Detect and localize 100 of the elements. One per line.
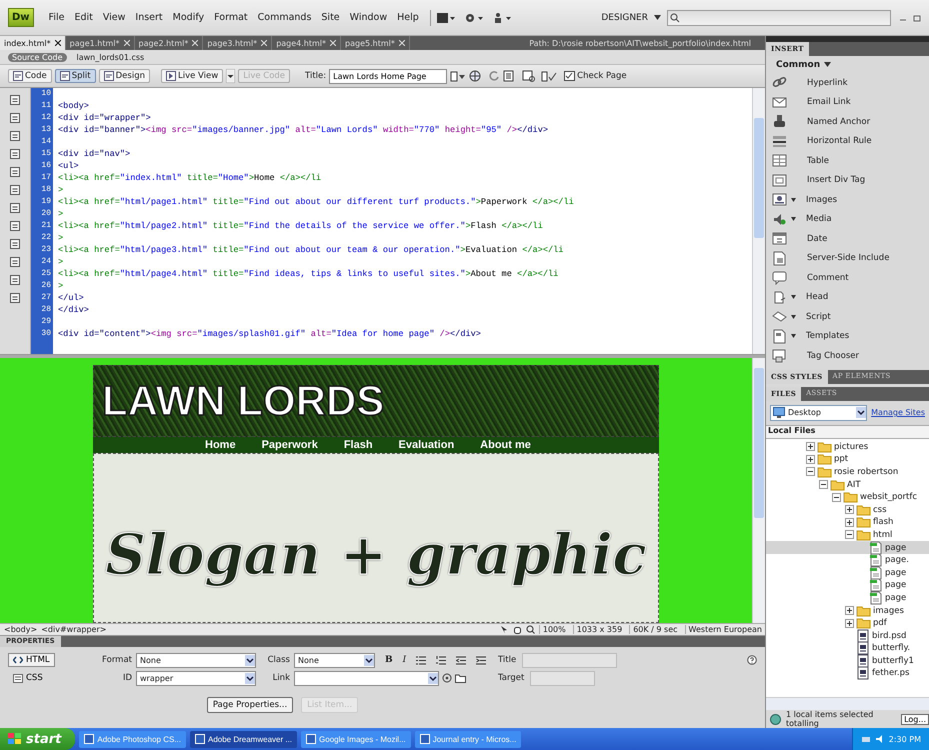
dropdown-caret-icon[interactable] [226,69,236,83]
file-tree-item[interactable]: css [766,503,929,516]
insert-item[interactable]: Head [766,288,929,307]
menu-item[interactable]: Commands [252,10,316,25]
restore-icon[interactable] [913,14,921,22]
id-select[interactable]: wrapper [136,670,256,686]
file-tree-item[interactable]: page [766,592,929,604]
insert-item[interactable]: Server-Side Include [766,248,929,268]
help-icon[interactable] [747,655,757,665]
folder-icon[interactable] [455,673,466,683]
link-field[interactable] [294,670,439,686]
volume-icon[interactable] [874,734,885,744]
check-page-button[interactable]: Check Page [560,70,631,82]
file-tree-item[interactable]: ppt [766,453,929,466]
menu-item[interactable]: Format [209,10,253,25]
window-size[interactable]: 1033 x 359 [572,625,626,634]
italic-button[interactable]: I [402,655,406,665]
pointer-icon[interactable] [500,625,509,634]
file-tree-item[interactable]: butterfly. [766,642,929,655]
related-file-tab[interactable]: Source Code [8,52,66,62]
scrollbar[interactable] [752,358,765,623]
scrollbar[interactable] [752,88,765,354]
menu-item[interactable]: Insert [130,10,168,25]
point-to-file-icon[interactable] [442,673,452,683]
file-tree-item[interactable]: page. [766,554,929,566]
insert-item[interactable]: Horizontal Rule [766,132,929,151]
tag-selector-item[interactable]: <div#wrapper> [41,625,106,634]
nav-link[interactable]: Flash [344,439,373,451]
site-select[interactable]: Desktop [770,404,868,420]
related-file-tab[interactable]: lawn_lords01.css [72,52,148,62]
dropdown-arrow-icon[interactable] [428,672,438,684]
view-button[interactable]: Design [98,69,150,83]
file-tree-item[interactable]: html [766,528,929,542]
file-tree-item[interactable]: page [766,579,929,592]
zoom-level[interactable]: 100% [538,625,569,634]
nav-link[interactable]: Home [205,439,236,451]
indent-icon[interactable] [476,656,486,664]
dropdown-arrow-icon[interactable] [856,407,866,418]
menu-item[interactable]: Help [392,10,424,25]
file-tree-item[interactable]: fether.ps [766,667,929,680]
dropdown-arrow-icon[interactable] [364,654,374,666]
nav-link[interactable]: About me [480,439,531,451]
property-button[interactable]: Page Properties... [206,697,294,713]
file-tree-item[interactable]: AIT [766,478,929,491]
view-button[interactable]: Split [54,69,96,83]
menu-item[interactable]: View [98,10,130,25]
insert-item[interactable]: Date [766,229,929,248]
view-button[interactable]: Code [8,69,52,83]
insert-item[interactable]: Named Anchor [766,112,929,132]
menu-item[interactable]: Site [316,10,345,25]
document-tab[interactable]: index.html* [0,36,66,50]
category-dropdown[interactable]: Common [766,56,929,73]
outdent-icon[interactable] [456,656,466,664]
dropdown-arrow-icon[interactable] [245,672,255,684]
insert-item[interactable]: Images [766,190,929,210]
bullet-list-icon[interactable] [416,656,426,664]
menu-item[interactable]: File [44,10,70,25]
css-mode-button[interactable]: CSS [8,671,48,685]
file-tree-item[interactable]: butterfly1 [766,654,929,668]
zoom-icon[interactable] [526,625,535,634]
insert-item[interactable]: Email Link [766,92,929,112]
insert-item[interactable]: Templates [766,326,929,346]
file-tree-item[interactable]: images [766,604,929,617]
log-button[interactable]: Log... [901,714,929,724]
live-view-button[interactable]: Live View [160,69,224,83]
nav-link[interactable]: Evaluation [398,439,454,451]
file-tree-item[interactable]: bird.psd [766,629,929,642]
insert-item[interactable]: Hyperlink [766,73,929,92]
scrollbar[interactable] [766,697,929,710]
file-tree-item[interactable]: flash [766,516,929,529]
insert-item[interactable]: Table [766,151,929,170]
numbered-list-icon[interactable] [436,656,446,664]
taskbar-button[interactable]: Adobe Dreamweaver ... [190,730,298,748]
menu-item[interactable]: Modify [168,10,210,25]
file-tree-item[interactable]: pictures [766,440,929,454]
refresh-icon[interactable] [488,70,500,82]
insert-item[interactable]: Insert Div Tag [766,170,929,190]
file-tree-item[interactable]: page [766,541,929,554]
workspace-switcher[interactable]: DESIGNER [595,10,654,24]
class-select[interactable]: None [294,652,375,668]
file-tree-item[interactable]: websit_portfc [766,490,929,504]
file-tree-item[interactable]: page [766,566,929,580]
nav-link[interactable]: Paperwork [262,439,318,451]
validate-icon[interactable] [541,70,558,82]
file-tree-item[interactable]: rosie robertson [766,466,929,478]
insert-item[interactable]: Comment [766,268,929,288]
close-icon[interactable] [54,40,61,46]
insert-item[interactable]: Media [766,210,929,229]
html-mode-button[interactable]: HTML [8,653,55,667]
search-field[interactable] [667,10,891,26]
title-field[interactable]: Lawn Lords Home Page [329,68,448,84]
menu-item[interactable]: Window [344,10,392,25]
file-tree-item[interactable]: pdf [766,616,929,630]
format-select[interactable]: None [136,652,256,668]
manage-sites-link[interactable]: Manage Sites [871,408,925,417]
tag-selector-item[interactable]: <body> [4,625,38,634]
insert-item[interactable]: Script [766,307,929,326]
insert-item[interactable]: Tag Chooser [766,346,929,366]
dropdown-arrow-icon[interactable] [245,654,255,666]
layout-icon[interactable] [436,12,455,24]
